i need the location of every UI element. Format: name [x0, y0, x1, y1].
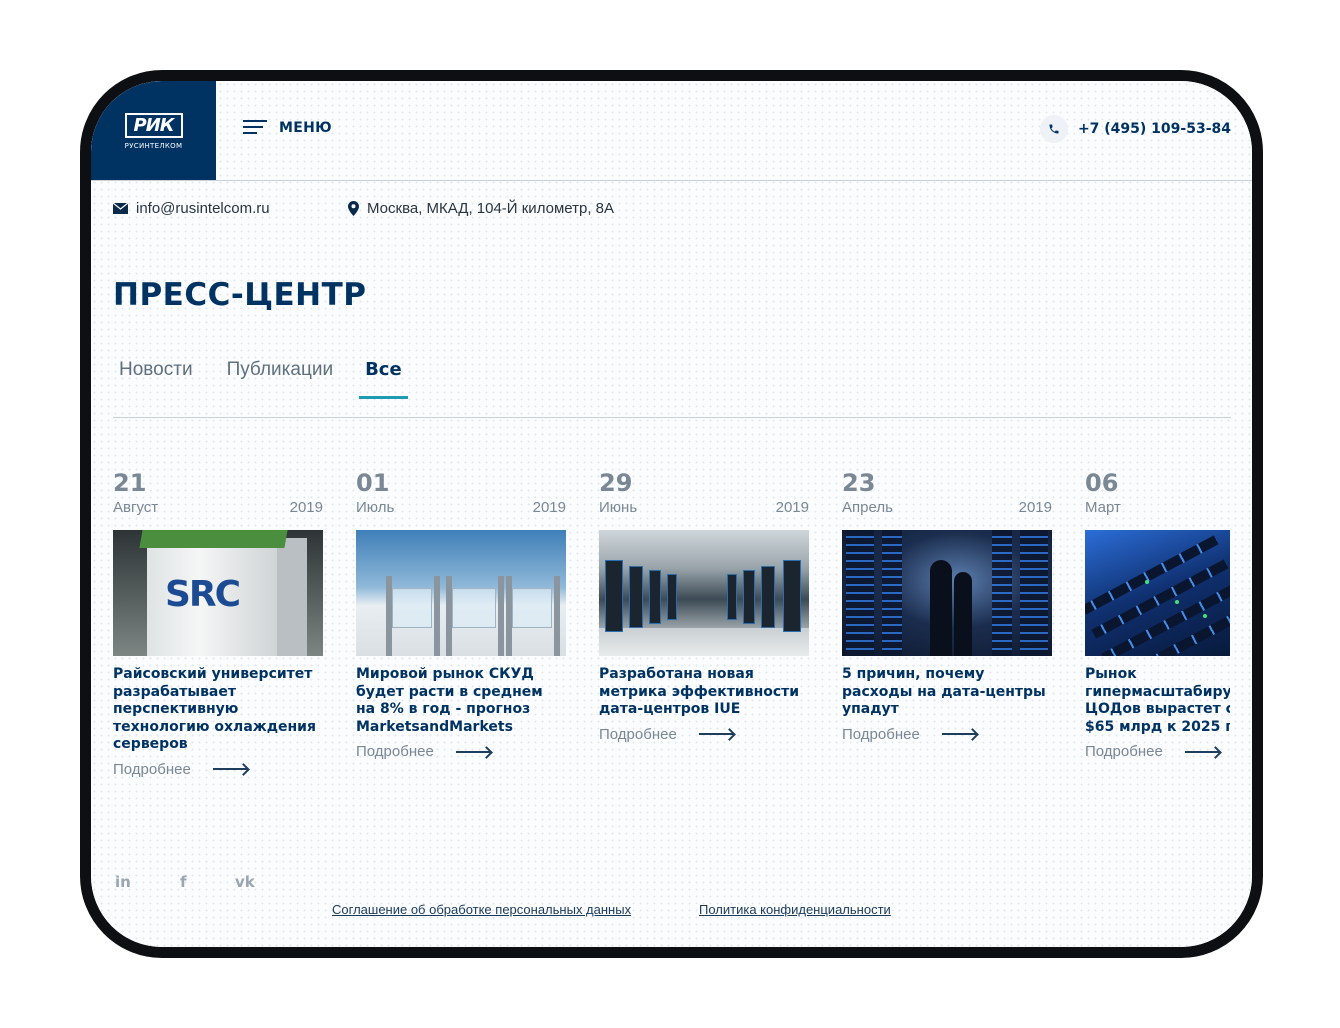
news-day: 29	[599, 469, 633, 497]
address-text: Москва, МКАД, 104-Й километр, 8А	[367, 200, 615, 217]
read-more-link[interactable]: Подробнее	[113, 761, 323, 778]
mail-icon	[113, 203, 128, 214]
news-card: 06 Март Рынок гипермасштабиру ЦОДов выра…	[1085, 469, 1230, 760]
phone-icon	[1039, 115, 1068, 143]
news-headline[interactable]: Рынок гипермасштабиру ЦОДов вырастет с $…	[1085, 666, 1230, 736]
read-more-link[interactable]: Подробнее	[842, 726, 1052, 743]
data-agreement-link[interactable]: Соглашение об обработке персональных дан…	[332, 902, 631, 917]
news-thumbnail[interactable]	[599, 530, 809, 656]
news-headline-text: Рынок гипермасштабиру ЦОДов вырастет с $…	[1085, 666, 1230, 735]
news-card: 21 Август 2019 SRC Райсовский университе…	[113, 469, 323, 778]
read-more-link[interactable]: Подробнее	[599, 726, 809, 743]
contact-email[interactable]: info@rusintelcom.ru	[113, 200, 270, 217]
contact-address: Москва, МКАД, 104-Й километр, 8А	[348, 200, 614, 217]
logo-subtitle: РУСИНТЕЛКОМ	[124, 141, 183, 150]
read-more-label: Подробнее	[113, 760, 191, 778]
news-day: 23	[842, 469, 876, 497]
company-logo[interactable]: РИК РУСИНТЕЛКОМ	[91, 81, 216, 181]
news-card: 01 Июль 2019 Мировой рынок СКУД будет ра…	[356, 469, 566, 760]
header-divider	[91, 180, 1252, 181]
news-date-meta: Июль 2019	[356, 499, 566, 516]
read-more-link[interactable]: Подробнее	[356, 743, 566, 760]
read-more-link[interactable]: Подробнее	[1085, 743, 1230, 760]
privacy-policy-link[interactable]: Политика конфиденциальности	[699, 902, 891, 917]
news-thumbnail[interactable]: SRC	[113, 530, 323, 656]
tablet-frame: РИК РУСИНТЕЛКОМ МЕНЮ +7 (495) 109-53-84 …	[80, 70, 1263, 958]
news-year: 2019	[1018, 499, 1052, 516]
menu-button[interactable]: МЕНЮ	[243, 119, 332, 136]
src-logo-text: SRC	[165, 574, 241, 615]
news-headline[interactable]: Мировой рынок СКУД будет расти в среднем…	[356, 666, 566, 736]
news-thumbnail[interactable]	[842, 530, 1052, 656]
menu-label: МЕНЮ	[279, 119, 332, 136]
news-headline[interactable]: Разработана новая метрика эффективности …	[599, 666, 809, 719]
news-thumbnail[interactable]	[356, 530, 566, 656]
phone-number: +7 (495) 109-53-84	[1077, 121, 1231, 137]
news-year: 2019	[289, 499, 323, 516]
tab-news[interactable]: Новости	[119, 359, 193, 381]
tabs-divider	[113, 417, 1231, 418]
news-date-meta: Август 2019	[113, 499, 323, 516]
news-month: Март	[1085, 499, 1121, 516]
news-card: 29 Июнь 2019 Разработана новая метрика э…	[599, 469, 809, 743]
news-month: Июль	[356, 499, 395, 516]
page-title: ПРЕСС-ЦЕНТР	[113, 277, 367, 313]
news-month: Август	[113, 499, 159, 516]
email-text: info@rusintelcom.ru	[136, 200, 270, 217]
tab-all[interactable]: Все	[359, 359, 408, 399]
read-more-label: Подробнее	[1085, 743, 1163, 760]
read-more-label: Подробнее	[842, 725, 920, 743]
arrow-right-icon	[212, 764, 249, 774]
news-card: 23 Апрель 2019 5 причин, почему расходы …	[842, 469, 1052, 743]
vk-icon[interactable]: vk	[235, 873, 255, 891]
news-day: 21	[113, 469, 147, 497]
arrow-right-icon	[941, 729, 978, 739]
location-pin-icon	[348, 201, 359, 216]
news-thumbnail[interactable]	[1085, 530, 1230, 656]
hamburger-icon	[243, 119, 267, 136]
arrow-right-icon	[698, 729, 735, 739]
news-headline[interactable]: Райсовский университет разрабатывает пер…	[113, 666, 323, 754]
screen: РИК РУСИНТЕЛКОМ МЕНЮ +7 (495) 109-53-84 …	[91, 81, 1252, 947]
news-day: 06	[1085, 469, 1119, 497]
read-more-label: Подробнее	[599, 725, 677, 743]
news-day: 01	[356, 469, 390, 497]
press-tabs: Новости Публикации Все	[119, 359, 436, 399]
tab-publications[interactable]: Публикации	[227, 359, 334, 381]
linkedin-icon[interactable]: in	[115, 873, 131, 891]
arrow-right-icon	[455, 747, 492, 757]
news-year: 2019	[775, 499, 809, 516]
news-headline[interactable]: 5 причин, почему расходы на дата-центры …	[842, 666, 1052, 719]
facebook-icon[interactable]: f	[180, 873, 187, 891]
logo-mark: РИК	[124, 112, 183, 138]
read-more-label: Подробнее	[356, 743, 434, 760]
news-date-meta: Апрель 2019	[842, 499, 1052, 516]
news-date-meta: Март	[1085, 499, 1230, 516]
news-date-meta: Июнь 2019	[599, 499, 809, 516]
news-month: Апрель	[842, 499, 893, 516]
news-year: 2019	[532, 499, 566, 516]
news-month: Июнь	[599, 499, 638, 516]
arrow-right-icon	[1184, 747, 1221, 757]
phone-link[interactable]: +7 (495) 109-53-84	[1039, 115, 1231, 143]
